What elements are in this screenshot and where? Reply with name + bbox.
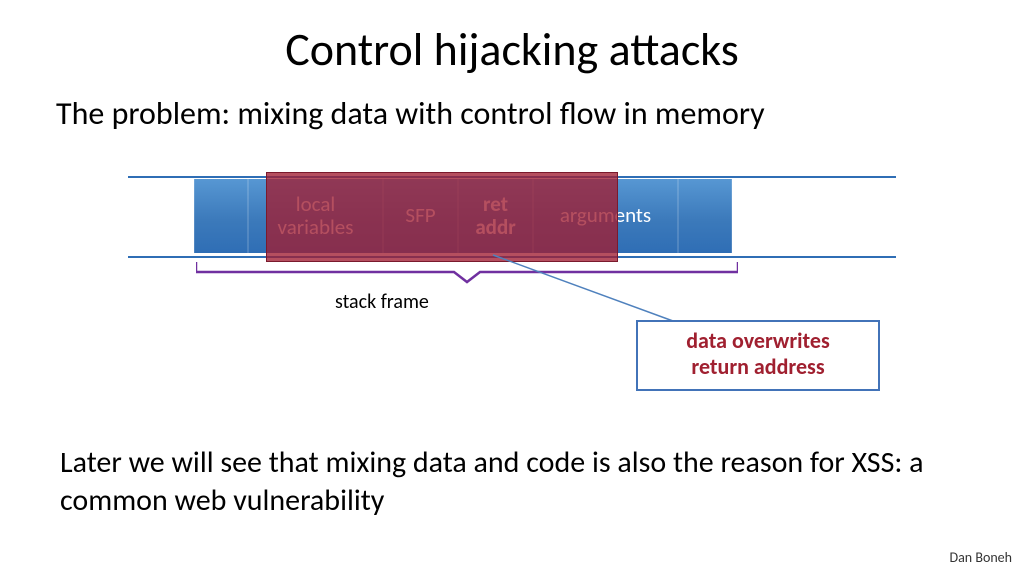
slide: Control hijacking attacks The problem: m…: [0, 0, 1024, 576]
stack-frame-bracket: [196, 262, 738, 284]
memory-top-border: [128, 176, 896, 178]
label-ret-addr: ret addr: [475, 193, 515, 239]
stack-segment-local-vars: local variables: [248, 179, 383, 253]
stack-segment-pad-left: [194, 179, 248, 253]
memory-bottom-border: [128, 256, 896, 258]
stack-frame-label: stack frame: [335, 290, 429, 314]
stack-segment-arguments: arguments: [533, 179, 678, 253]
overflow-callout: data overwrites return address: [636, 320, 880, 391]
stack-segment-ret-addr: ret addr: [458, 179, 533, 253]
stack-diagram: local variables SFP ret addr arguments: [128, 176, 896, 256]
slide-title: Control hijacking attacks: [0, 22, 1024, 78]
callout-line1: data overwrites: [646, 328, 870, 354]
label-local-vars: local variables: [278, 193, 354, 239]
stack-segment-pad-right: [678, 179, 732, 253]
label-sfp: SFP: [405, 204, 435, 227]
stack-segment-sfp: SFP: [383, 179, 458, 253]
author-credit: Dan Boneh: [949, 549, 1012, 566]
slide-body-text: Later we will see that mixing data and c…: [60, 444, 964, 519]
slide-subtitle: The problem: mixing data with control fl…: [56, 94, 765, 133]
callout-line2: return address: [646, 354, 870, 380]
label-arguments: arguments: [560, 204, 651, 227]
